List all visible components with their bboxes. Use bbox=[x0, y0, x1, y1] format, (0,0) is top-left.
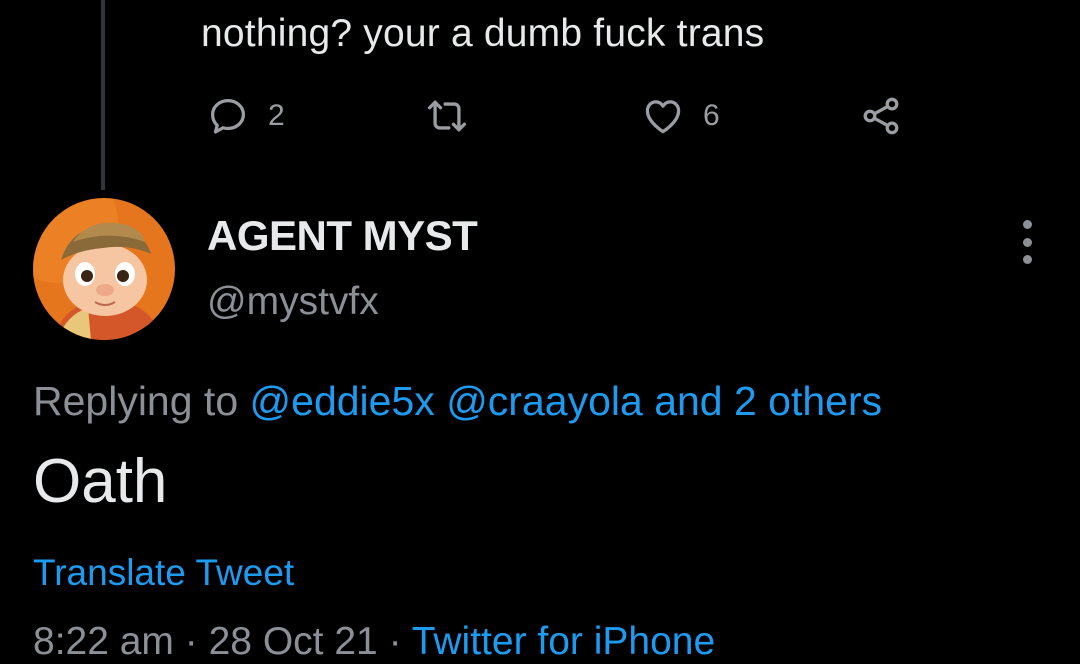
display-name[interactable]: AGENT MYST bbox=[207, 212, 478, 260]
reply-button[interactable]: 2 bbox=[206, 88, 285, 144]
mention-link[interactable]: @craayola bbox=[446, 378, 643, 424]
reply-count: 2 bbox=[268, 99, 285, 132]
like-icon bbox=[641, 94, 685, 138]
avatar[interactable] bbox=[33, 198, 175, 340]
like-button[interactable]: 6 bbox=[641, 88, 720, 144]
more-dot bbox=[1022, 237, 1032, 247]
reply-icon bbox=[206, 94, 250, 138]
tweet-time[interactable]: 8:22 am bbox=[33, 620, 174, 663]
tweet-meta: 8:22 am · 28 Oct 21 · Twitter for iPhone bbox=[33, 620, 715, 664]
previous-tweet-actions: 2 6 bbox=[0, 88, 1080, 144]
like-count: 6 bbox=[703, 99, 720, 132]
share-button[interactable] bbox=[859, 88, 903, 144]
user-handle[interactable]: @mystvfx bbox=[207, 280, 379, 324]
more-dot bbox=[1022, 255, 1032, 264]
replying-prefix: Replying to bbox=[33, 378, 239, 424]
tweet-source[interactable]: Twitter for iPhone bbox=[412, 620, 715, 663]
meta-separator: · bbox=[184, 620, 198, 663]
tweet-date[interactable]: 28 Oct 21 bbox=[209, 620, 378, 663]
meta-separator: · bbox=[388, 620, 402, 663]
tweet-text: Oath bbox=[33, 447, 168, 516]
more-dot bbox=[1022, 220, 1032, 229]
more-icon[interactable] bbox=[1016, 220, 1038, 264]
share-icon bbox=[859, 94, 903, 138]
previous-tweet-text: nothing? your a dumb fuck trans bbox=[201, 12, 765, 55]
retweet-icon bbox=[424, 94, 470, 138]
translate-tweet-link[interactable]: Translate Tweet bbox=[33, 552, 294, 594]
retweet-button[interactable] bbox=[424, 88, 470, 144]
others-link[interactable]: and 2 others bbox=[654, 378, 882, 424]
replying-to: Replying to @eddie5x @craayola and 2 oth… bbox=[33, 378, 882, 425]
mention-link[interactable]: @eddie5x bbox=[250, 378, 435, 424]
